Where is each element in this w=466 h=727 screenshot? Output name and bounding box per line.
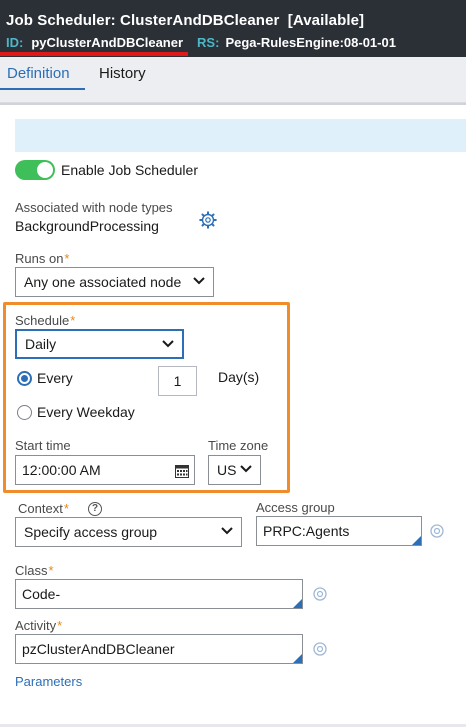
- required-marker: *: [63, 501, 69, 516]
- node-types-label: Associated with node types: [15, 200, 173, 215]
- required-marker: *: [64, 251, 70, 266]
- access-group-label: Access group: [256, 500, 335, 515]
- info-banner: [15, 119, 466, 152]
- every-weekday-label: Every Weekday: [37, 404, 135, 420]
- rule-title: Job Scheduler: ClusterAndDBCleaner: [6, 12, 280, 29]
- start-time-value: 12:00:00 AM: [22, 462, 101, 478]
- schedule-label: Schedule*: [15, 313, 75, 328]
- activity-label: Activity*: [15, 618, 62, 633]
- context-select[interactable]: Specify access group: [15, 517, 242, 547]
- activity-input[interactable]: pzClusterAndDBCleaner: [15, 634, 303, 664]
- tab-history[interactable]: History: [99, 65, 146, 82]
- class-value: Code-: [22, 586, 61, 602]
- parameters-link[interactable]: Parameters: [15, 674, 82, 689]
- schedule-value: Daily: [25, 336, 57, 352]
- open-rule-icon[interactable]: [312, 641, 328, 657]
- context-value: Specify access group: [24, 524, 158, 540]
- class-label-text: Class: [15, 563, 48, 578]
- start-time-input[interactable]: 12:00:00 AM: [15, 455, 195, 485]
- tab-bar: Definition History: [0, 57, 466, 103]
- runs-on-value: Any one associated node: [24, 274, 182, 290]
- node-types-value: BackgroundProcessing: [15, 218, 159, 234]
- autocomplete-corner-icon: [412, 536, 421, 545]
- access-group-value: PRPC:Agents: [263, 523, 350, 539]
- tab-definition[interactable]: Definition: [7, 65, 70, 82]
- autocomplete-corner-icon: [293, 599, 302, 608]
- schedule-select[interactable]: Daily: [15, 329, 184, 359]
- chevron-down-icon: [162, 340, 174, 348]
- context-label: Context*: [18, 501, 69, 516]
- days-unit-label: Day(s): [218, 369, 260, 385]
- time-zone-value: US: [217, 462, 237, 478]
- chevron-down-icon: [240, 465, 252, 473]
- runs-on-label: Runs on*: [15, 251, 69, 266]
- runs-on-select[interactable]: Any one associated node: [15, 267, 214, 297]
- every-label: Every: [37, 370, 73, 386]
- enable-job-scheduler-toggle[interactable]: [15, 160, 55, 180]
- required-marker: *: [48, 563, 54, 578]
- runs-on-label-text: Runs on: [15, 251, 64, 266]
- required-marker: *: [70, 313, 76, 328]
- header-meta: ID: pyClusterAndDBCleaner RS: Pega-Rules…: [6, 35, 396, 50]
- gear-icon[interactable]: [199, 211, 217, 229]
- chevron-down-icon: [221, 527, 233, 535]
- id-value: pyClusterAndDBCleaner: [31, 35, 184, 50]
- calendar-icon[interactable]: [175, 464, 189, 478]
- header-title: Job Scheduler: ClusterAndDBCleaner [Avai…: [6, 12, 364, 29]
- context-label-text: Context: [18, 501, 63, 516]
- id-label: ID:: [6, 35, 24, 50]
- id-annotation-underline: [0, 52, 188, 56]
- every-days-value: 1: [173, 373, 182, 389]
- activity-label-text: Activity: [15, 618, 57, 633]
- open-rule-icon[interactable]: [312, 586, 328, 602]
- class-label: Class*: [15, 563, 54, 578]
- required-marker: *: [57, 618, 63, 633]
- rs-label: RS:: [197, 35, 220, 50]
- autocomplete-corner-icon: [293, 654, 302, 663]
- class-input[interactable]: Code-: [15, 579, 303, 609]
- active-tab-indicator: [0, 88, 85, 90]
- every-weekday-radio[interactable]: [17, 405, 32, 420]
- tab-definition-label: Definition: [7, 65, 70, 82]
- enable-job-scheduler-label: Enable Job Scheduler: [61, 162, 198, 178]
- open-rule-icon[interactable]: [429, 523, 445, 539]
- help-icon[interactable]: ?: [88, 502, 102, 516]
- every-days-input[interactable]: 1: [158, 366, 197, 396]
- rule-header: Job Scheduler: ClusterAndDBCleaner [Avai…: [0, 0, 466, 57]
- start-time-label: Start time: [15, 438, 71, 453]
- rs-value: Pega-RulesEngine:08-01-01: [225, 35, 396, 50]
- tab-history-label: History: [99, 65, 146, 82]
- chevron-down-icon: [193, 277, 205, 285]
- activity-value: pzClusterAndDBCleaner: [22, 641, 175, 657]
- toggle-knob: [37, 162, 53, 178]
- rule-status: [Available]: [287, 12, 365, 29]
- every-radio[interactable]: [17, 371, 32, 386]
- access-group-input[interactable]: PRPC:Agents: [256, 516, 422, 546]
- schedule-label-text: Schedule: [15, 313, 70, 328]
- time-zone-label: Time zone: [208, 438, 269, 453]
- time-zone-select[interactable]: US: [208, 455, 261, 485]
